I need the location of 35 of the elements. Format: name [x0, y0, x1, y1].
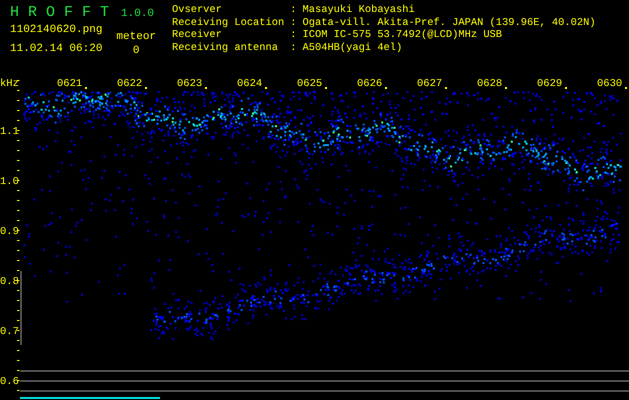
meteor-count: 0 [132, 45, 140, 57]
time-label: 0623 [177, 78, 202, 90]
info-separator: : [290, 29, 296, 42]
frequency-label: 1.0 [0, 176, 19, 188]
info-label: Ovserver [172, 4, 223, 16]
time-label: 0629 [537, 78, 562, 90]
time-label: 0622 [117, 78, 142, 90]
info-label: Receiving antenna [172, 42, 280, 54]
info-value: ICOM IC-575 53.7492(@LCD)MHz USB [302, 29, 504, 42]
frequency-label: 0.6 [0, 376, 19, 388]
info-separator: : [290, 16, 296, 29]
info-label: Receiver [172, 29, 223, 42]
info-value: A504HB(yagi 4el) [302, 42, 404, 54]
time-label: 0625 [297, 78, 322, 90]
time-label: 0628 [477, 78, 502, 90]
time-label: 0630 [597, 78, 622, 90]
file-name: 1102140620.png [10, 24, 102, 36]
frequency-label: 0.8 [0, 276, 19, 288]
frequency-label: 0.9 [0, 226, 19, 238]
frequency-label: 1.1 [0, 126, 19, 138]
app-version: 1.0.0 [121, 8, 154, 20]
info-value: Ogata-vill. Akita-Pref. JAPAN (139.96E, 40.02N) [302, 16, 596, 29]
time-label: 0621 [57, 78, 82, 90]
info-separator: : [290, 4, 296, 16]
time-label: 0626 [357, 78, 382, 90]
info-separator: : [290, 42, 296, 54]
date-time: 11.02.14 06:20 [10, 43, 102, 55]
meteor-label: meteor [116, 31, 156, 43]
time-label: 0624 [237, 78, 262, 90]
info-label: Receiving Location [172, 16, 284, 29]
unit-label: kHz [0, 78, 19, 90]
frequency-label: 0.7 [0, 326, 19, 338]
time-label: 0627 [417, 78, 442, 90]
app-title: H R O F F T [10, 4, 110, 21]
info-value: Masayuki Kobayashi [302, 4, 416, 16]
